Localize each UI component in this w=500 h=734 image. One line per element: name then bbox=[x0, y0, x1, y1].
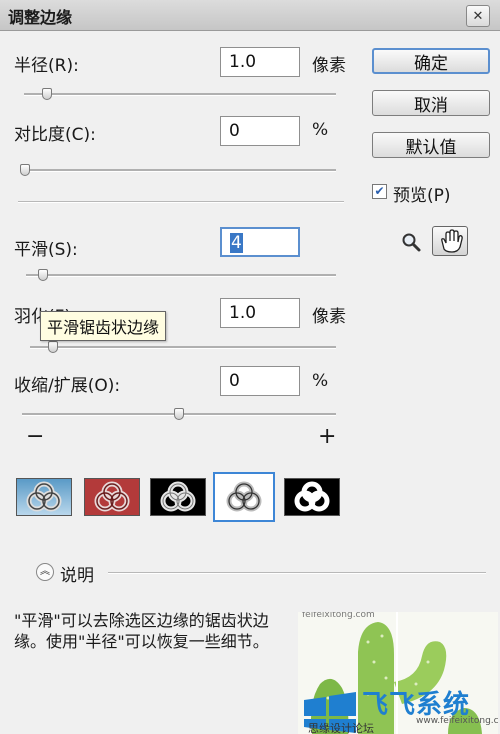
default-button[interactable]: 默认值 bbox=[372, 132, 490, 158]
close-icon: ✕ bbox=[472, 8, 484, 24]
dialog-title: 调整边缘 bbox=[8, 8, 73, 27]
view-mode-mask[interactable] bbox=[284, 478, 340, 516]
shrink-expand-label: 收缩/扩展(O): bbox=[14, 376, 121, 396]
shrink-expand-unit: % bbox=[312, 371, 329, 391]
smooth-input[interactable]: 4 bbox=[220, 227, 300, 257]
view-mode-on-black[interactable] bbox=[150, 478, 206, 516]
shrink-expand-slider[interactable] bbox=[22, 408, 336, 420]
radius-unit: 像素 bbox=[312, 56, 346, 76]
view-mode-on-white[interactable] bbox=[213, 472, 275, 522]
info-heading: 说明 bbox=[60, 566, 94, 586]
shrink-expand-slider-thumb[interactable] bbox=[174, 408, 184, 420]
radius-slider-thumb[interactable] bbox=[42, 88, 53, 100]
close-button[interactable]: ✕ bbox=[466, 5, 490, 27]
smooth-label: 平滑(S): bbox=[14, 240, 78, 260]
minus-sign: − bbox=[26, 424, 45, 449]
feather-unit: 像素 bbox=[312, 307, 346, 327]
cancel-button[interactable]: 取消 bbox=[372, 90, 490, 116]
info-separator bbox=[108, 572, 486, 574]
hand-icon[interactable] bbox=[432, 226, 468, 256]
contrast-unit: % bbox=[312, 120, 329, 140]
feather-input[interactable]: 1.0 bbox=[220, 298, 300, 328]
contrast-label: 对比度(C): bbox=[14, 125, 96, 145]
view-mode-standard[interactable] bbox=[16, 478, 72, 516]
tooltip: 平滑锯齿状边缘 bbox=[40, 311, 167, 341]
preview-label: 预览(P) bbox=[393, 186, 451, 206]
title-bar: 调整边缘 ✕ bbox=[0, 0, 500, 31]
knot-icon bbox=[26, 481, 62, 512]
separator bbox=[18, 201, 344, 203]
watermark-url-alt: feifeixitong.com bbox=[302, 612, 375, 620]
smooth-slider[interactable] bbox=[26, 269, 336, 281]
zoom-icon[interactable] bbox=[400, 231, 422, 253]
feather-slider[interactable] bbox=[30, 341, 336, 353]
preview-checkbox[interactable]: ✔ bbox=[372, 184, 387, 199]
feather-slider-thumb[interactable] bbox=[47, 341, 58, 353]
shrink-expand-input[interactable]: 0 bbox=[220, 366, 300, 396]
knot-icon bbox=[160, 481, 196, 512]
contrast-input[interactable]: 0 bbox=[220, 116, 300, 146]
smooth-slider-thumb[interactable] bbox=[38, 269, 48, 281]
knot-icon bbox=[226, 481, 262, 512]
check-mark-icon: ✔ bbox=[374, 184, 385, 198]
knot-icon bbox=[94, 481, 130, 512]
collapse-chevron-icon[interactable]: ︽ bbox=[36, 563, 54, 581]
preview-image: 飞飞系统 www.feifeixitong.com feifeixitong.c… bbox=[298, 612, 498, 734]
contrast-slider[interactable] bbox=[20, 164, 336, 176]
ok-button[interactable]: 确定 bbox=[372, 48, 490, 74]
radius-label: 半径(R): bbox=[14, 56, 79, 76]
contrast-slider-thumb[interactable] bbox=[20, 164, 30, 176]
radius-slider[interactable] bbox=[24, 88, 336, 100]
smooth-value: 4 bbox=[230, 233, 243, 253]
watermark-forum: 思缘设计论坛 bbox=[308, 722, 374, 734]
view-mode-quick-mask[interactable] bbox=[84, 478, 140, 516]
knot-icon bbox=[294, 481, 330, 512]
plus-sign: + bbox=[318, 424, 337, 449]
info-text: "平滑"可以去除选区边缘的锯齿状边缘。使用"半径"可以恢复一些细节。 bbox=[14, 611, 269, 651]
watermark-url: www.feifeixitong.com bbox=[416, 716, 498, 726]
radius-input[interactable]: 1.0 bbox=[220, 47, 300, 77]
